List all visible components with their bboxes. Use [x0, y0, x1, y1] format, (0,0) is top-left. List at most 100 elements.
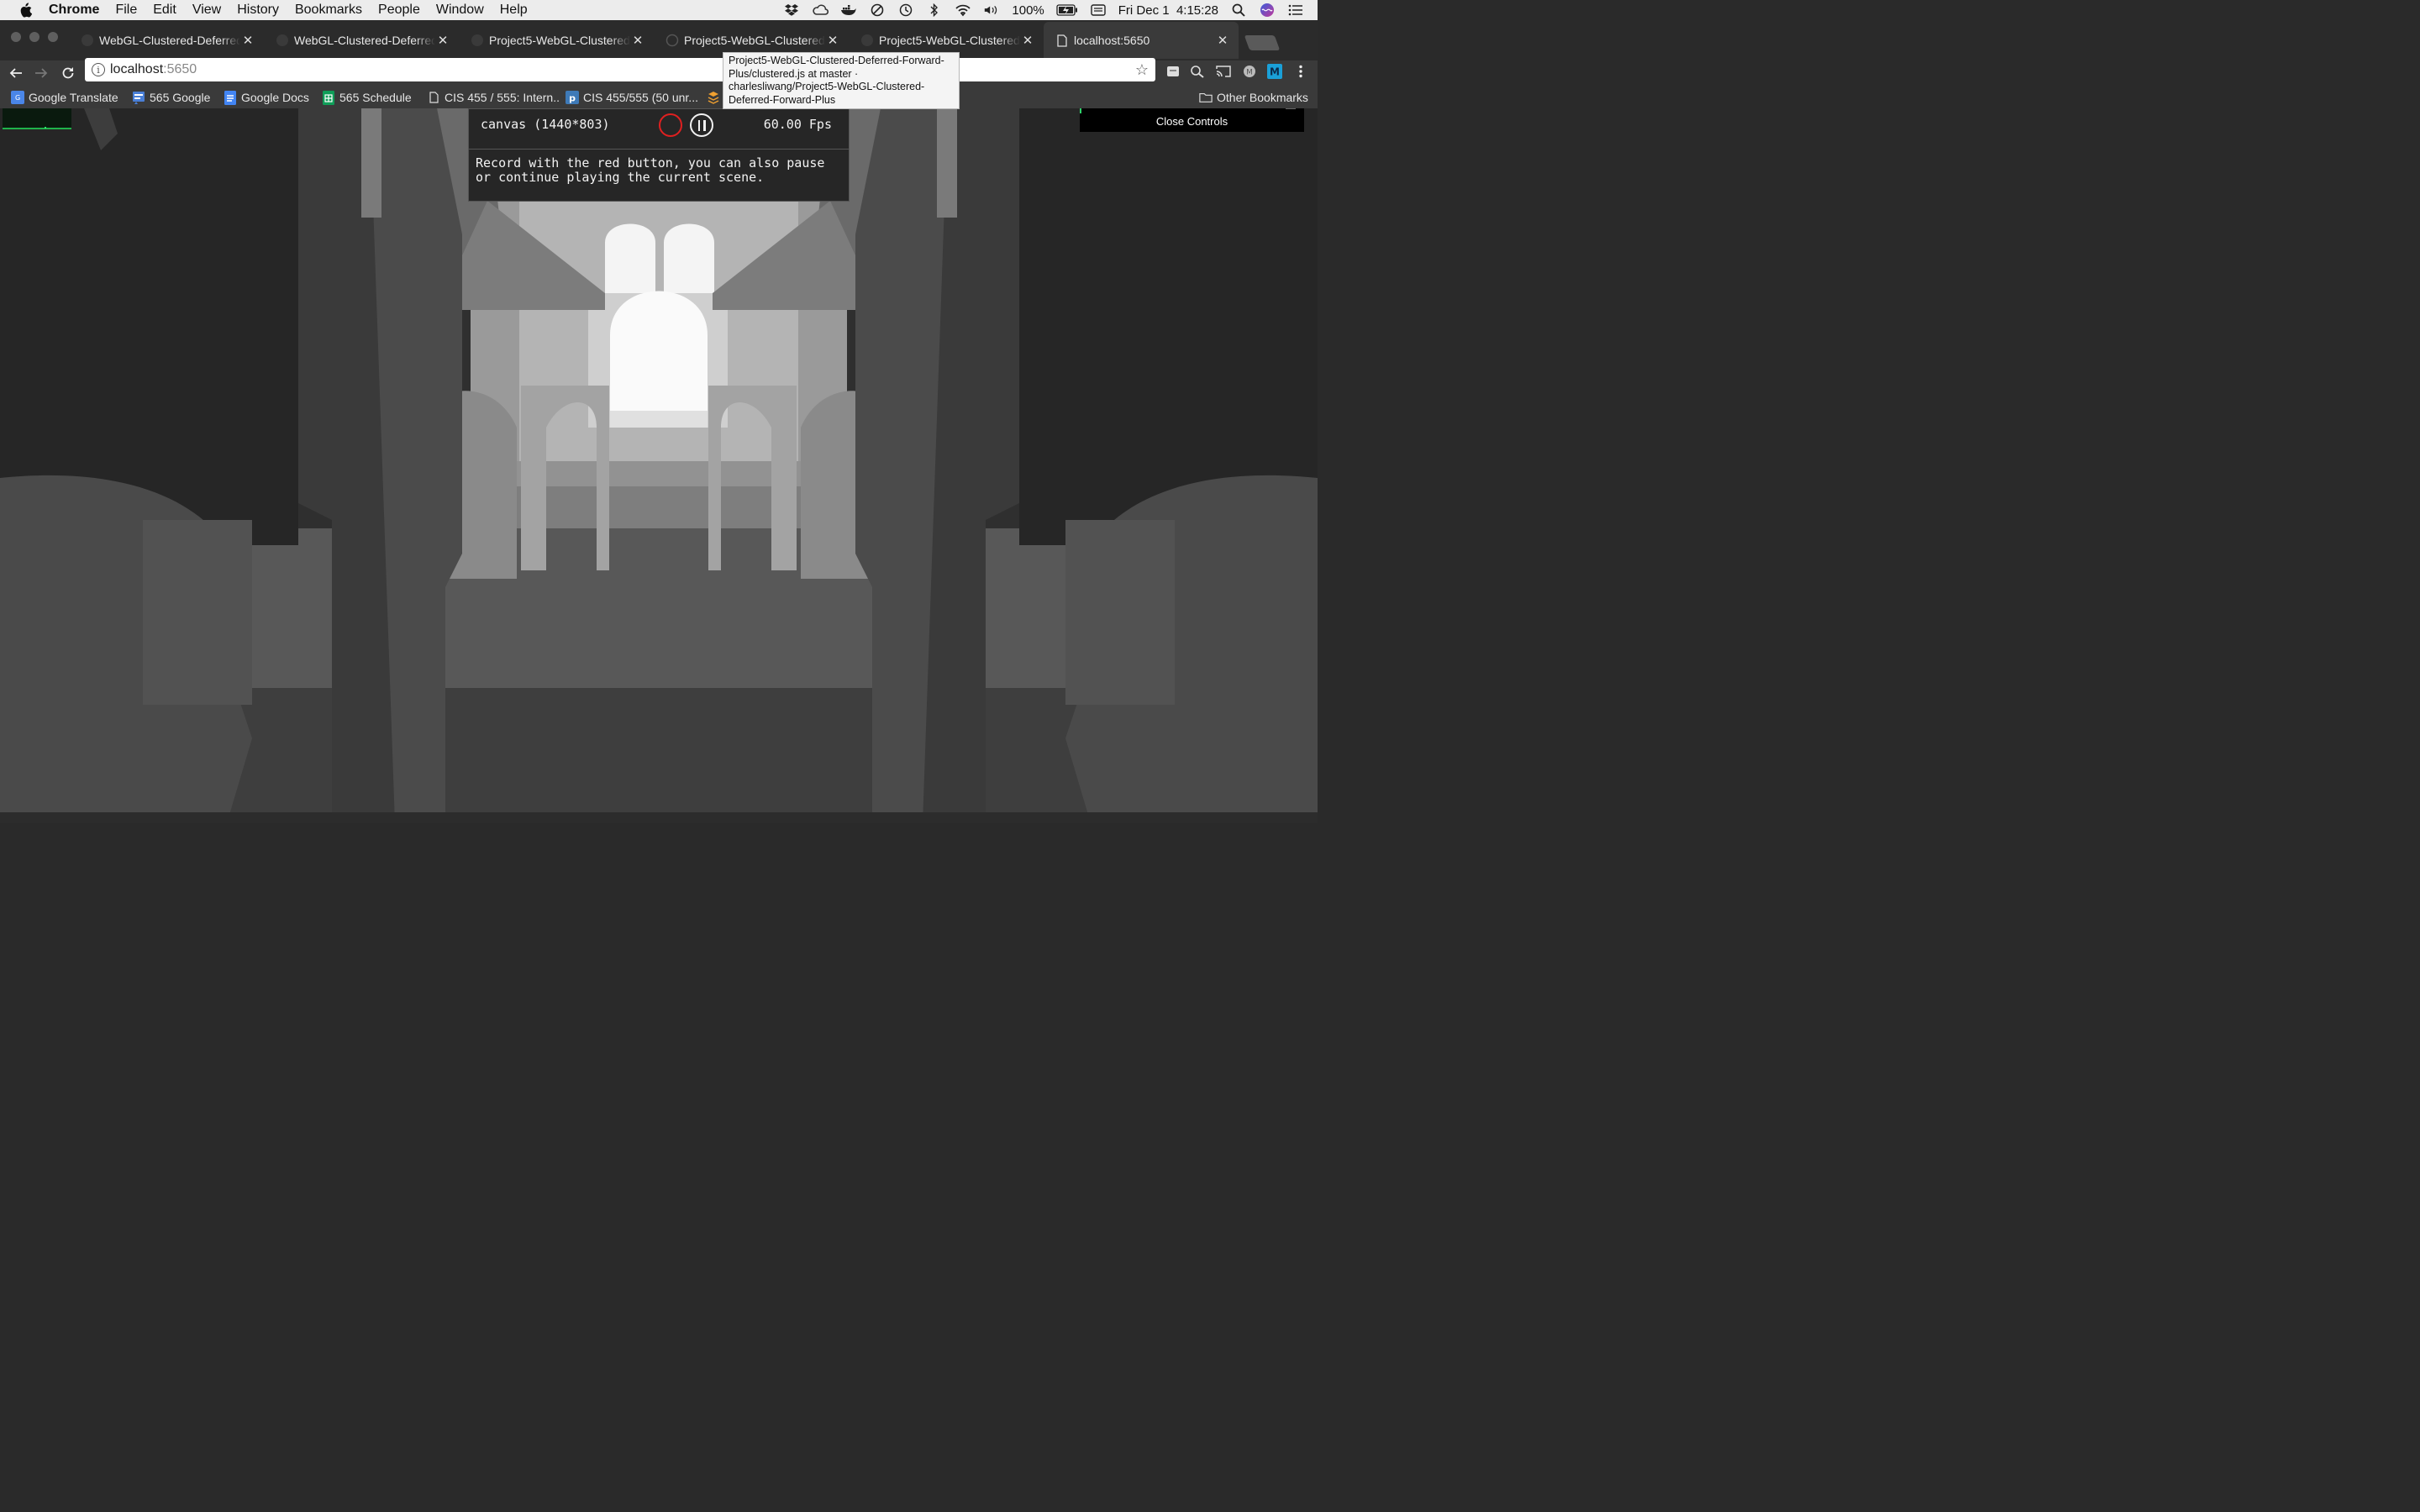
bookmarks-bar: G Google Translate 565 Google Google Doc… [0, 86, 1318, 108]
extension-search-icon[interactable] [1190, 64, 1205, 79]
bookmark-star-icon[interactable]: ☆ [1135, 61, 1149, 79]
tab-title: WebGL-Clustered-Deferred [99, 34, 240, 47]
bookmark-cis-455-555-intern[interactable]: CIS 455 / 555: Intern.. [427, 89, 560, 106]
dropbox-icon[interactable] [783, 3, 800, 17]
svg-text:G: G [15, 94, 20, 102]
github-icon [860, 34, 874, 47]
bookmark-label: 565 Schedule [339, 91, 412, 104]
github-icon [666, 34, 679, 47]
bookmark-cis-455-555-piazza[interactable]: p CIS 455/555 (50 unr... [566, 89, 698, 106]
apple-icon[interactable] [17, 3, 34, 18]
tab-project5-1[interactable]: Project5-WebGL-Clustered- ✕ [459, 22, 654, 59]
stats-graph[interactable] [3, 108, 71, 129]
menubar-clock[interactable]: Fri Dec 1 4:15:28 [1118, 3, 1218, 18]
close-tab-icon[interactable]: ✕ [825, 33, 840, 48]
app-menu-chrome[interactable]: Chrome [49, 3, 99, 18]
recording-panel: canvas (1440*803) 60.00 Fps Record with … [468, 108, 850, 202]
notification-center-icon[interactable] [1287, 3, 1304, 17]
tab-webgl-clustered-deferred-2[interactable]: WebGL-Clustered-Deferred ✕ [264, 22, 459, 59]
tab-webgl-clustered-deferred-1[interactable]: WebGL-Clustered-Deferred ✕ [69, 22, 264, 59]
creative-cloud-icon[interactable] [812, 3, 829, 17]
tab-title: localhost:5650 [1074, 34, 1215, 47]
menu-help[interactable]: Help [500, 3, 528, 18]
volume-icon[interactable] [983, 3, 1000, 17]
extension-m-circle-icon[interactable]: M [1242, 64, 1257, 79]
record-button[interactable] [659, 113, 682, 137]
back-arrow-icon[interactable] [7, 64, 25, 82]
close-tab-icon[interactable]: ✕ [1215, 33, 1230, 48]
battery-percent: 100% [1012, 3, 1044, 18]
keyboard-input-icon[interactable] [1090, 3, 1107, 17]
status-area: 100% Fri Dec 1 4:15:28 [783, 0, 1304, 20]
extension-grey-square-icon[interactable] [1165, 64, 1181, 79]
close-tab-icon[interactable]: ✕ [240, 33, 255, 48]
bookmark-label: CIS 455 / 555: Intern.. [445, 91, 560, 104]
url-port: :5650 [163, 62, 197, 76]
menu-people[interactable]: People [378, 3, 420, 18]
docs-icon [224, 90, 237, 105]
time-machine-icon[interactable] [897, 3, 914, 17]
folder-icon [1199, 91, 1213, 104]
page-icon [1055, 34, 1069, 47]
canvas-size-label: canvas (1440*803) [481, 117, 610, 132]
extension-m-square-icon[interactable]: M [1267, 64, 1282, 79]
docker-icon[interactable] [840, 3, 857, 17]
recording-panel-header: canvas (1440*803) 60.00 Fps [469, 109, 849, 150]
cast-icon[interactable] [1216, 64, 1231, 79]
menu-history[interactable]: History [237, 3, 279, 18]
bookmark-565-google[interactable]: 565 Google [132, 89, 210, 106]
close-tab-icon[interactable]: ✕ [435, 33, 450, 48]
bookmark-565-schedule[interactable]: 565 Schedule [322, 89, 412, 106]
sheets-icon [322, 90, 335, 105]
recording-help-text: Record with the red button, you can also… [476, 155, 825, 185]
github-icon [471, 34, 484, 47]
tab-hover-tooltip: Project5-WebGL-Clustered-Deferred-Forwar… [723, 52, 960, 109]
chrome-menu-icon[interactable] [1293, 64, 1308, 79]
menu-view[interactable]: View [192, 3, 221, 18]
other-bookmarks[interactable]: Other Bookmarks [1199, 89, 1308, 106]
close-tab-icon[interactable]: ✕ [630, 33, 645, 48]
address-bar[interactable]: i localhost :5650 ☆ [85, 58, 1155, 81]
bluetooth-icon[interactable] [926, 3, 943, 17]
forward-arrow-icon[interactable] [32, 64, 50, 82]
piazza-icon: p [566, 91, 579, 104]
siri-icon[interactable] [1259, 3, 1276, 17]
github-icon [276, 34, 289, 47]
pause-button[interactable] [690, 113, 713, 137]
menu-bookmarks[interactable]: Bookmarks [295, 3, 362, 18]
window-zoom-button[interactable] [48, 32, 58, 42]
tab-title: WebGL-Clustered-Deferred [294, 34, 435, 47]
tab-localhost-active[interactable]: localhost:5650 ✕ [1044, 22, 1239, 59]
bookmark-google-translate[interactable]: G Google Translate [11, 89, 118, 106]
google-translate-icon: G [11, 91, 24, 104]
window-minimize-button[interactable] [29, 32, 39, 42]
wifi-icon[interactable] [955, 3, 971, 17]
menu-window[interactable]: Window [436, 3, 484, 18]
window-close-button[interactable] [11, 32, 21, 42]
do-not-disturb-icon[interactable] [869, 3, 886, 17]
other-bookmarks-label: Other Bookmarks [1217, 91, 1308, 104]
stack-icon [707, 91, 720, 104]
sites-icon [132, 91, 145, 104]
reload-icon[interactable] [59, 64, 77, 82]
dat-gui-panel: Close Controls [1080, 108, 1304, 132]
tab-title: Project5-WebGL-Clustered- [489, 34, 630, 47]
gui-divider [1286, 108, 1296, 109]
bookmark-google-docs[interactable]: Google Docs [224, 89, 309, 106]
spotlight-search-icon[interactable] [1230, 3, 1247, 17]
stats-graph-line [45, 127, 46, 129]
close-controls-button[interactable]: Close Controls [1080, 115, 1304, 128]
menu-file[interactable]: File [115, 3, 137, 18]
site-info-icon[interactable]: i [92, 63, 105, 76]
close-tab-icon[interactable]: ✕ [1020, 33, 1035, 48]
new-tab-button[interactable] [1244, 35, 1281, 50]
gui-accent-bar [1080, 108, 1081, 113]
battery-charging-icon[interactable] [1056, 3, 1078, 17]
menu-edit[interactable]: Edit [153, 3, 176, 18]
github-icon [81, 34, 94, 47]
url-host: localhost [110, 62, 164, 76]
fps-readout: 60.00 Fps [763, 117, 832, 132]
macos-menu-bar: Chrome File Edit View History Bookmarks … [0, 0, 1318, 20]
webgl-canvas[interactable] [0, 108, 1318, 823]
bookmark-stack[interactable] [707, 89, 724, 106]
